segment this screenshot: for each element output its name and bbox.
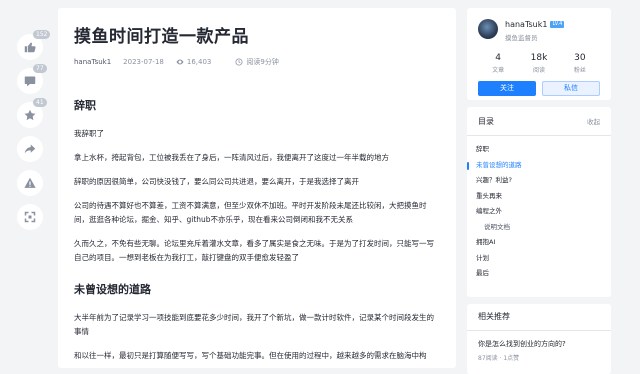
share-button[interactable] — [17, 136, 43, 162]
comment-icon — [24, 76, 36, 87]
like-count-badge: 152 — [33, 30, 51, 39]
toc-collapse-button[interactable]: 收起 — [587, 116, 600, 126]
view-count: 16,403 — [176, 58, 224, 66]
toc-item[interactable]: 计划 — [467, 251, 611, 267]
article-action-bar: 152 77 41 — [17, 30, 51, 238]
article-meta: hanaTsuk1 2023-07-18 16,403 阅读9分钟 — [74, 57, 440, 67]
paragraph: 大半年前为了记录学习一项技能到底要花多少时间，我开了个新坑，做一款计时软件，记录… — [74, 313, 434, 336]
read-time: 阅读9分钟 — [235, 57, 290, 67]
author-slogan: 摸鱼监督员 — [505, 34, 538, 42]
toc-card: 目录 收起 辞职 未曾设想的道路 兴趣？利益? 重头再来 编程之外 说明文档 拥… — [467, 107, 611, 297]
toc-item[interactable]: 最后 — [467, 266, 611, 282]
related-item-meta: 87阅读 · 1点赞 — [478, 355, 520, 362]
author-actions: 关注 私信 — [478, 81, 600, 96]
report-button[interactable] — [17, 170, 43, 196]
toc-item[interactable]: 拥抱AI — [467, 235, 611, 251]
warning-icon — [24, 177, 36, 188]
follow-button[interactable]: 关注 — [478, 81, 536, 96]
eye-icon — [176, 59, 184, 65]
toc-list: 辞职 未曾设想的道路 兴趣？利益? 重头再来 编程之外 说明文档 拥抱AI 计划… — [467, 136, 611, 282]
paragraph: 辞职的原因很简单，公司快没钱了，要么同公司共进退，要么离开，于是我选择了离开 — [74, 177, 359, 186]
fullscreen-button[interactable] — [17, 204, 43, 230]
toc-item[interactable]: 重头再来 — [467, 189, 611, 205]
paragraph: 我辞职了 — [74, 129, 104, 138]
share-icon — [24, 144, 36, 154]
expand-icon — [24, 211, 36, 223]
toc-item[interactable]: 兴趣？利益? — [467, 173, 611, 189]
comment-button[interactable]: 77 — [17, 64, 47, 94]
related-item-title[interactable]: 你是怎么找到创业的方向的? — [467, 331, 611, 349]
author-stats: 4 文章 18k 阅读 30 粉丝 — [478, 53, 600, 74]
level-badge: LV.4 — [550, 21, 565, 28]
message-button[interactable]: 私信 — [542, 81, 600, 96]
collect-button[interactable]: 41 — [17, 98, 47, 128]
like-button[interactable]: 152 — [17, 30, 51, 60]
toc-item[interactable]: 编程之外 — [467, 204, 611, 220]
clock-icon — [235, 58, 243, 66]
paragraph: 拿上水杯，挎起背包，工位被我丢在了身后，一阵清风过后，我便离开了这度过一年半载的… — [74, 153, 389, 162]
stat-articles[interactable]: 4 文章 — [478, 53, 518, 74]
paragraph: 久而久之，不免有些无聊。论坛里充斥着灌水文章，看多了属实是食之无味。于是为了打发… — [74, 239, 434, 262]
stat-followers[interactable]: 30 粉丝 — [560, 53, 600, 74]
related-card: 相关推荐 你是怎么找到创业的方向的? 87阅读 · 1点赞 — [467, 304, 611, 374]
comment-count-badge: 77 — [33, 64, 47, 73]
star-icon — [24, 109, 36, 121]
paragraph: 和以往一样，最初只是打算随便写写，写个基础功能完事。但在使用的过程中，越来越多的… — [74, 351, 427, 360]
stat-reads: 18k 阅读 — [530, 53, 548, 74]
collect-count-badge: 41 — [33, 98, 47, 107]
toc-header: 目录 收起 — [467, 107, 611, 136]
author-name[interactable]: hanaTsuk1 LV.4 — [505, 20, 565, 29]
paragraph: 公司的待遇不算好也不算差，工资不算满意，但至少双休不加班。平时开发阶段未尾还比较… — [74, 201, 427, 224]
section-heading: 未曾设想的道路 — [74, 283, 151, 296]
article-title: 摸鱼时间打造一款产品 — [74, 27, 249, 47]
thumbs-up-icon — [24, 42, 36, 53]
toc-subitem[interactable]: 说明文档 — [467, 220, 611, 236]
article-container: 摸鱼时间打造一款产品 hanaTsuk1 2023-07-18 16,403 阅… — [58, 8, 456, 368]
publish-date: 2023-07-18 — [123, 58, 164, 66]
toc-item[interactable]: 辞职 — [467, 142, 611, 158]
toc-item-active[interactable]: 未曾设想的道路 — [467, 158, 611, 174]
author-card: hanaTsuk1 LV.4 摸鱼监督员 4 文章 18k 阅读 30 粉丝 关注… — [467, 8, 611, 100]
toc-title: 目录 — [478, 116, 494, 126]
section-heading: 辞职 — [74, 99, 96, 112]
author-link[interactable]: hanaTsuk1 — [74, 58, 111, 66]
related-title: 相关推荐 — [467, 304, 611, 331]
avatar[interactable] — [478, 19, 498, 39]
